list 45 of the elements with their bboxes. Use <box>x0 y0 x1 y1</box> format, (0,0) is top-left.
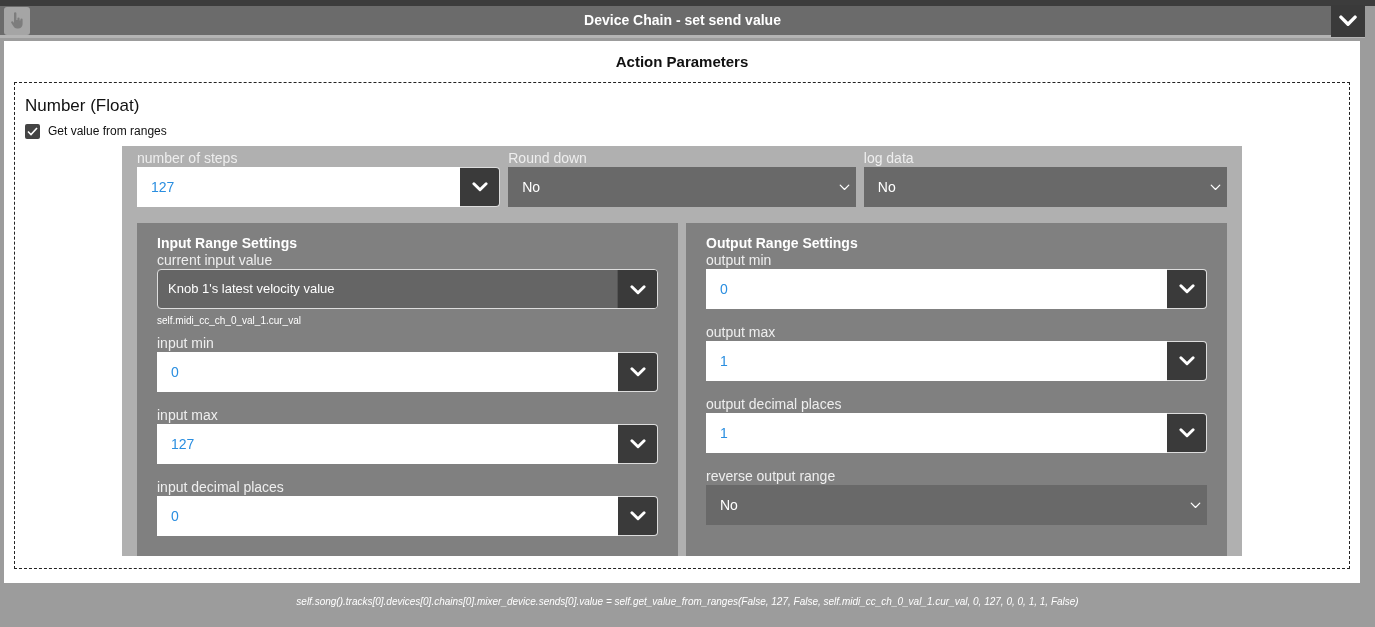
field-label: Round down <box>508 149 588 167</box>
field-label: number of steps <box>137 149 239 167</box>
panel-title: Action Parameters <box>614 52 750 72</box>
chevron-down-icon <box>1178 428 1195 438</box>
section-title: Output Range Settings <box>706 235 859 251</box>
dropdown[interactable]: No <box>508 167 856 207</box>
field-label: output decimal places <box>706 395 843 413</box>
input-field[interactable]: 1 <box>706 341 1167 381</box>
field-label: output min <box>706 251 773 269</box>
section-title: Input Range Settings <box>157 235 298 251</box>
dropdown-button[interactable] <box>617 270 657 308</box>
chevron-down-icon <box>629 439 646 449</box>
input-field[interactable]: 0 <box>706 269 1167 309</box>
checkbox[interactable] <box>25 123 40 139</box>
chevron-down-icon <box>471 182 488 192</box>
chevron-down-icon <box>1178 284 1195 294</box>
field-label: input max <box>157 406 219 424</box>
chevron-down-icon <box>838 183 850 191</box>
chevron-down-icon <box>1190 501 1201 509</box>
input-field[interactable]: 127 <box>157 424 618 464</box>
dropdown[interactable]: No <box>863 167 1227 207</box>
variable-path: self.midi_cc_ch_0_val_1.cur_val <box>157 314 302 328</box>
chevron-down-icon <box>1339 14 1357 27</box>
chevron-down-icon <box>1178 356 1195 366</box>
chevron-down-icon <box>629 511 646 521</box>
chevron-down-icon <box>1210 183 1221 191</box>
field-label: current input value <box>157 251 274 269</box>
input-field[interactable]: 1 <box>706 413 1167 453</box>
chevron-down-icon <box>629 367 646 377</box>
field-label: log data <box>863 149 915 167</box>
field-label: reverse output range <box>706 467 837 485</box>
checkbox-label: Get value from ranges <box>48 123 167 140</box>
field-label: input min <box>157 334 215 352</box>
input-field[interactable]: 127 <box>137 167 461 207</box>
window-title: Device Chain - set send value <box>583 11 782 30</box>
input-field[interactable]: 0 <box>157 496 618 536</box>
field-label: output max <box>706 323 777 341</box>
chevron-down-icon <box>629 285 646 295</box>
input-field[interactable]: 0 <box>157 352 618 392</box>
field-label: input decimal places <box>157 478 285 496</box>
dropdown[interactable]: No <box>706 485 1207 525</box>
parameter-title: Number (Float) <box>25 94 141 117</box>
code-preview: self.song().tracks[0].devices[0].chains[0].mixer_device.sends[0].value = self.get_value_from_ranges(False, 127, False, self.midi_cc_ch_0_val_1.cur_val, 0, 127, 0, 0, 1, 1, False) <box>295 595 1080 609</box>
collapse-button[interactable] <box>1331 4 1365 37</box>
hand-pointer-icon <box>10 12 24 29</box>
